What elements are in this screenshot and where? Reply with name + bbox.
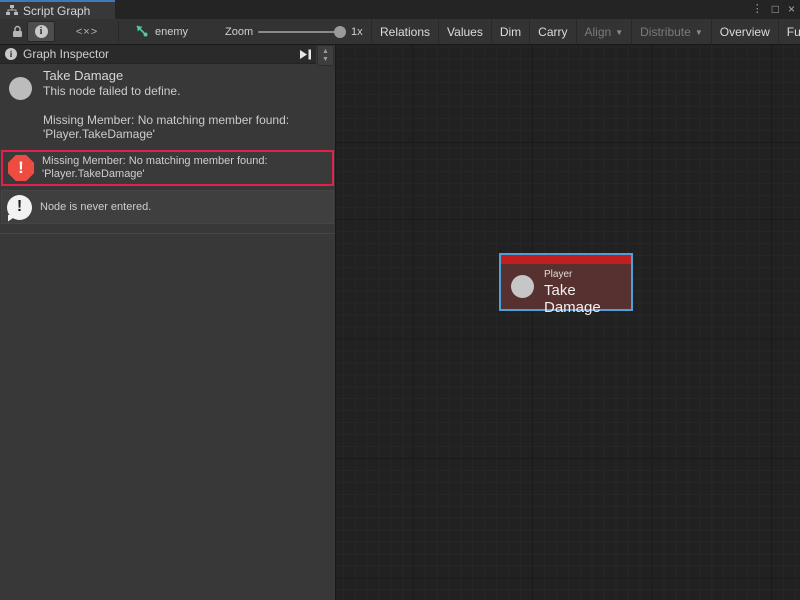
dim-button[interactable]: Dim	[491, 19, 529, 45]
zoom-slider-handle[interactable]	[334, 26, 346, 38]
arrow-up-icon[interactable]: ▲	[322, 48, 329, 56]
maximize-icon[interactable]: □	[772, 0, 779, 19]
node-body: Player Take Damage	[501, 264, 631, 309]
window-controls: ⋮ □ ×	[752, 0, 795, 19]
panel-title: Graph Inspector	[23, 47, 109, 61]
panel-scroll-arrows[interactable]: ▲ ▼	[317, 45, 334, 66]
arrow-down-icon[interactable]: ▼	[322, 56, 329, 64]
chevron-down-icon: ▼	[695, 20, 703, 45]
node-unit-icon	[511, 275, 534, 298]
toolbar-buttons: Relations Values Dim Carry Align▼ Distri…	[371, 19, 800, 45]
warning-icon: !	[7, 195, 32, 220]
graph-canvas[interactable]: Player Take Damage	[335, 45, 800, 600]
node-target-label: Player	[544, 269, 572, 280]
carry-button[interactable]: Carry	[529, 19, 575, 45]
full-screen-button[interactable]: Full Screen	[778, 19, 800, 45]
error-icon: !	[8, 155, 34, 181]
info-icon: i	[35, 25, 48, 38]
lock-icon	[12, 25, 23, 38]
title-bar: Script Graph ⋮ □ ×	[0, 0, 800, 19]
zoom-value: 1x	[351, 19, 363, 45]
inspector-toggle-button[interactable]: i	[27, 21, 55, 42]
warning-message-box[interactable]: ! Node is never entered.	[1, 190, 334, 224]
tab-label: Script Graph	[23, 4, 90, 18]
node-summary-subtitle: This node failed to define.	[43, 84, 180, 98]
node-summary-error-line2: 'Player.TakeDamage'	[43, 127, 155, 141]
graph-inspector-header: i Graph Inspector	[0, 45, 316, 64]
values-button[interactable]: Values	[438, 19, 491, 45]
toolbar-separator	[118, 21, 119, 42]
close-icon[interactable]: ×	[788, 0, 795, 19]
error-message-text: Missing Member: No matching member found…	[42, 155, 268, 181]
overview-button[interactable]: Overview	[711, 19, 778, 45]
zoom-slider-track[interactable]	[258, 31, 340, 33]
chevron-down-icon: ▼	[615, 20, 623, 45]
lock-button[interactable]	[6, 21, 28, 42]
node-summary-error-line1: Missing Member: No matching member found…	[43, 113, 289, 127]
zoom-label: Zoom	[225, 19, 253, 45]
graph-reference[interactable]: enemy	[136, 21, 188, 42]
code-icon: <×>	[76, 26, 98, 38]
node-title-label: Take Damage	[544, 282, 631, 316]
graph-pointer-icon	[136, 25, 149, 38]
node-type-icon	[9, 77, 32, 100]
menu-kebab-icon[interactable]: ⋮	[752, 0, 763, 19]
error-message-box[interactable]: ! Missing Member: No matching member fou…	[1, 150, 334, 186]
tab-script-graph[interactable]: Script Graph	[0, 0, 115, 19]
code-view-button[interactable]: <×>	[72, 21, 102, 42]
align-dropdown[interactable]: Align▼	[576, 19, 632, 45]
take-damage-node[interactable]: Player Take Damage	[499, 253, 633, 311]
distribute-dropdown[interactable]: Distribute▼	[631, 19, 711, 45]
dock-panel-icon[interactable]	[299, 49, 312, 60]
node-error-header	[501, 255, 631, 264]
toolbar: i <×> enemy Zoom 1x Relations Values Dim…	[0, 19, 800, 45]
info-icon: i	[5, 48, 17, 60]
panel-divider	[0, 233, 335, 234]
graph-reference-label: enemy	[155, 26, 188, 38]
warning-message-text: Node is never entered.	[40, 201, 151, 214]
relations-button[interactable]: Relations	[371, 19, 438, 45]
graph-tree-icon	[6, 5, 18, 16]
graph-inspector-panel: i Graph Inspector ▲ ▼ Take Damage This n…	[0, 45, 335, 600]
node-summary-title: Take Damage	[43, 68, 123, 83]
